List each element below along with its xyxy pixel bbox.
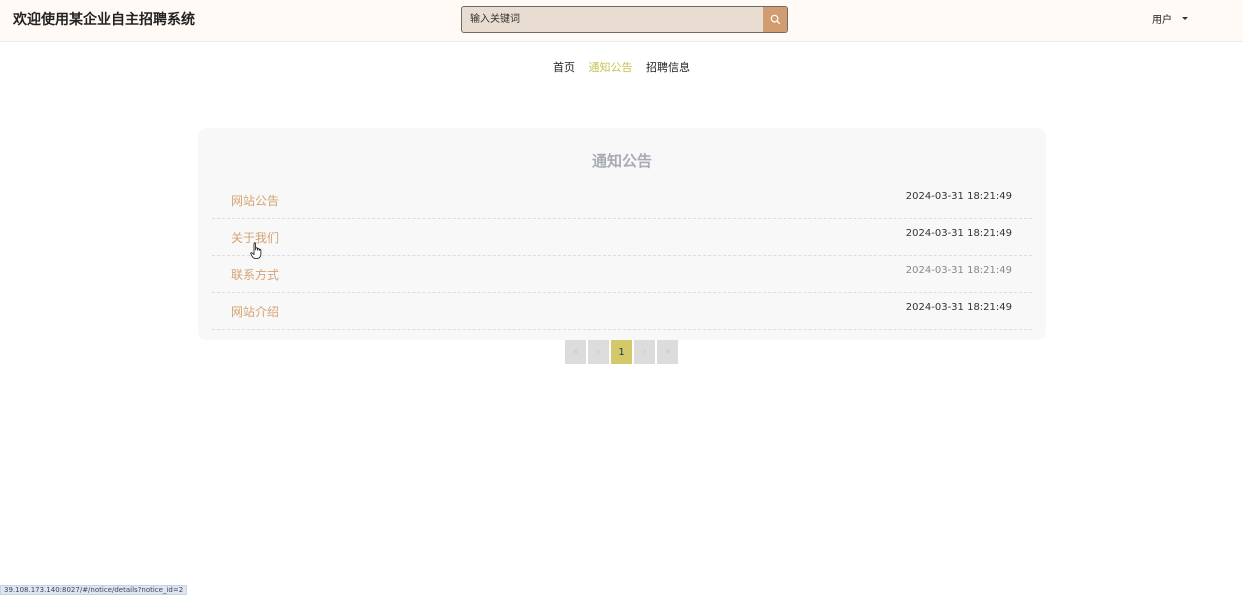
first-page-button[interactable]: « <box>565 340 586 364</box>
search-box <box>461 6 788 33</box>
search-icon <box>770 14 780 25</box>
notice-row[interactable]: 网站公告 2024-03-31 18:21:49 <box>212 182 1032 219</box>
top-bar: 欢迎使用某企业自主招聘系统 用户 <box>0 0 1243 42</box>
search-input[interactable] <box>462 7 762 32</box>
nav-item-recruitment[interactable]: 招聘信息 <box>646 61 690 74</box>
pagination: « ‹ 1 › » <box>565 340 680 364</box>
notice-row[interactable]: 关于我们 2024-03-31 18:21:49 <box>212 219 1032 256</box>
caret-down-icon <box>1182 17 1188 20</box>
panel-title: 通知公告 <box>591 152 652 170</box>
next-page-button[interactable]: › <box>634 340 655 364</box>
nav-item-notices[interactable]: 通知公告 <box>589 61 633 74</box>
last-page-button[interactable]: » <box>657 340 678 364</box>
notice-time: 2024-03-31 18:21:49 <box>905 302 1012 313</box>
notice-panel: 通知公告 网站公告 2024-03-31 18:21:49 关于我们 2024-… <box>198 128 1046 340</box>
main-nav: 首页 通知公告 招聘信息 <box>0 61 1243 75</box>
nav-item-home[interactable]: 首页 <box>553 61 575 74</box>
status-bar-url: 39.108.173.140:8027/#/notice/details?not… <box>0 585 188 595</box>
notice-row[interactable]: 网站介绍 2024-03-31 18:21:49 <box>212 293 1032 330</box>
notice-list: 网站公告 2024-03-31 18:21:49 关于我们 2024-03-31… <box>212 182 1032 330</box>
hand-cursor-icon <box>250 242 262 259</box>
notice-title[interactable]: 联系方式 <box>231 266 279 283</box>
search-button[interactable] <box>763 7 787 32</box>
prev-page-button[interactable]: ‹ <box>588 340 609 364</box>
notice-row[interactable]: 联系方式 2024-03-31 18:21:49 <box>212 256 1032 293</box>
user-menu[interactable]: 用户 <box>1152 11 1188 26</box>
page-1-button[interactable]: 1 <box>611 340 632 364</box>
user-menu-label: 用户 <box>1152 15 1172 26</box>
notice-time: 2024-03-31 18:21:49 <box>905 191 1012 202</box>
notice-title[interactable]: 网站公告 <box>231 192 279 209</box>
site-title: 欢迎使用某企业自主招聘系统 <box>13 12 195 28</box>
notice-time: 2024-03-31 18:21:49 <box>905 228 1012 239</box>
notice-time: 2024-03-31 18:21:49 <box>905 265 1012 276</box>
notice-title[interactable]: 网站介绍 <box>231 303 279 320</box>
